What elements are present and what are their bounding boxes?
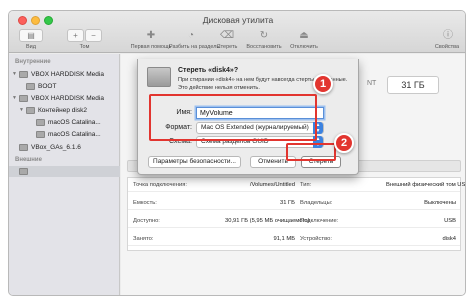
- table-row: Доступно: 30,91 ГБ (5,95 МБ очищаемого) …: [128, 214, 460, 228]
- volume-label: Том: [79, 44, 90, 50]
- partition-icon[interactable]: ◔: [184, 29, 198, 42]
- optical-disk-icon: [19, 143, 28, 151]
- sidebar-item-disk1[interactable]: ▼ VBOX HARDDISK Media: [9, 93, 120, 104]
- info-icon[interactable]: ⓘ: [441, 29, 455, 42]
- disk-size-badge: 31 ГБ: [387, 76, 439, 94]
- sidebar: Внутренние ▼ VBOX HARDDISK Media BOOT ▼ VB…: [9, 54, 120, 295]
- sidebar-item-boot[interactable]: BOOT: [9, 81, 120, 92]
- remove-volume-button[interactable]: −: [85, 29, 102, 42]
- disclosure-triangle-icon[interactable]: ▼: [12, 69, 19, 80]
- info-label: Свойства: [434, 44, 460, 50]
- sidebar-item-container[interactable]: ▼ Контейнер disk2: [9, 105, 120, 116]
- toolbar: Дисковая утилита ▤ Вид + − Том ✚ Первая …: [9, 11, 465, 53]
- unmount-icon[interactable]: ⏏: [297, 29, 311, 42]
- container-icon: [26, 107, 35, 114]
- security-options-button[interactable]: Параметры безопасности...: [148, 156, 241, 168]
- view-button[interactable]: ▤: [19, 29, 43, 42]
- disclosure-triangle-icon[interactable]: ▼: [12, 93, 19, 104]
- sidebar-item-vbox-gas[interactable]: VBox_GAs_6.1.6: [9, 142, 120, 153]
- volume-icon: [36, 118, 45, 126]
- window-title: Дисковая утилита: [202, 15, 274, 25]
- restore-label: Восстановить: [246, 44, 282, 50]
- unmount-label: Отключить: [290, 44, 318, 50]
- erase-sheet-title: Стереть «disk4»?: [178, 67, 239, 74]
- sidebar-item-catalina-2[interactable]: macOS Catalina...: [9, 129, 120, 140]
- erase-button-highlight: [286, 143, 336, 161]
- disclosure-triangle-icon[interactable]: ▼: [19, 105, 26, 116]
- sidebar-header-internal: Внутренние: [15, 59, 51, 65]
- first-aid-label: Первая помощь: [130, 44, 172, 50]
- step-1-badge: 1: [313, 74, 333, 94]
- sidebar-item-disk0[interactable]: ▼ VBOX HARDDISK Media: [9, 69, 120, 80]
- sidebar-item-catalina-1[interactable]: macOS Catalina...: [9, 117, 120, 128]
- table-row: Точка подключения: /Volumes/Untitled Тип…: [128, 178, 465, 192]
- table-row: Емкость: 31 ГБ Владельцы: Выключены: [128, 196, 460, 210]
- external-disk-icon: [19, 167, 28, 175]
- info-table: Точка подключения: /Volumes/Untitled Тип…: [127, 177, 465, 251]
- disk-icon: [19, 95, 28, 102]
- sidebar-header-external: Внешние: [15, 157, 42, 163]
- fields-highlight: [149, 94, 317, 141]
- restore-icon[interactable]: ↻: [257, 29, 271, 42]
- sidebar-item-external-disk[interactable]: [9, 166, 120, 177]
- partition-label: Разбить на разделы: [169, 44, 221, 50]
- table-row: Занято: 91,1 МБ Устройство: disk4: [128, 232, 460, 246]
- add-volume-button[interactable]: +: [67, 29, 84, 42]
- erase-label: Стереть: [216, 44, 238, 50]
- view-label: Вид: [26, 44, 36, 50]
- erase-icon[interactable]: ⌫: [220, 29, 234, 42]
- disk-format-text: NT: [367, 80, 377, 87]
- first-aid-icon[interactable]: ✚: [144, 29, 158, 42]
- sidebar-toggle-icon: ▤: [27, 31, 35, 40]
- disk-icon: [19, 71, 28, 78]
- volume-icon: [26, 82, 35, 90]
- volume-icon: [36, 130, 45, 138]
- step-2-badge: 2: [334, 133, 354, 153]
- erase-disk-icon: [147, 67, 171, 87]
- disk-utility-window: Дисковая утилита ▤ Вид + − Том ✚ Первая …: [8, 10, 466, 296]
